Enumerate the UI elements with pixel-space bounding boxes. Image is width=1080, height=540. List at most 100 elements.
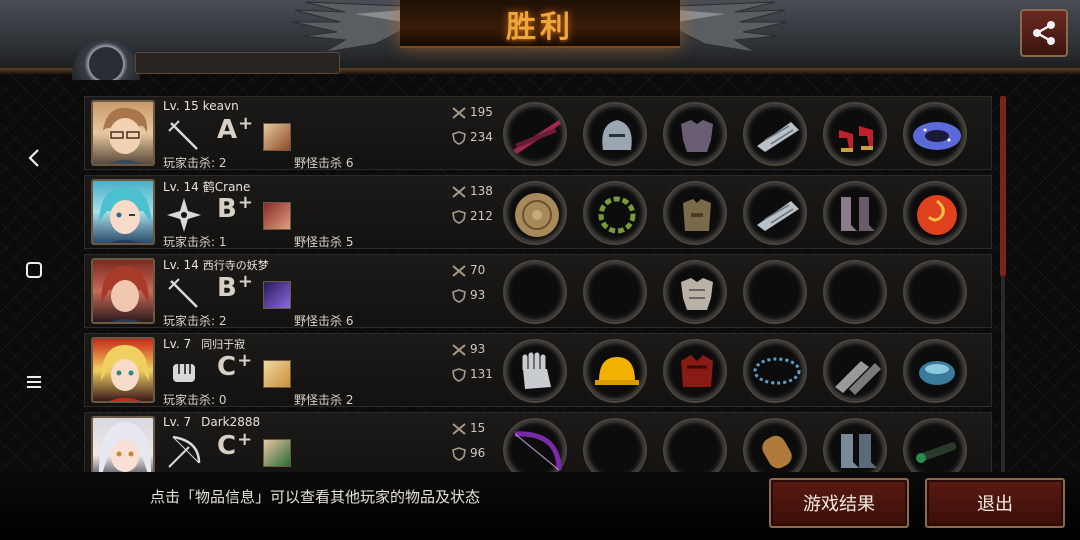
player-result-list[interactable]: Lv. 15 keavn A+ 玩家击杀: 2 野怪击杀 6 195 234 Lv…: [84, 96, 994, 472]
item-slot[interactable]: [823, 418, 887, 472]
scope-icon: [916, 442, 957, 463]
player-grade: C+: [217, 350, 253, 382]
attack-icon: [452, 264, 466, 277]
scrollbar-thumb[interactable]: [1000, 96, 1006, 276]
attack-stat: 138: [451, 184, 493, 199]
item-slot[interactable]: [663, 102, 727, 166]
red-heels-icon: [839, 126, 873, 152]
item-slot-empty[interactable]: [903, 260, 967, 324]
item-slot[interactable]: [823, 181, 887, 245]
item-slot[interactable]: [503, 102, 567, 166]
item-slot[interactable]: [903, 418, 967, 472]
monster-kills: 野怪击杀 2: [294, 393, 354, 407]
skill-icon: [263, 202, 291, 230]
bead-necklace-icon: [753, 357, 801, 385]
laurel-wreath-icon: [598, 196, 636, 234]
nav-home-button[interactable]: [14, 250, 54, 290]
dual-blade-icon: [513, 120, 561, 154]
item-slot-empty[interactable]: [583, 260, 647, 324]
menu-icon: [27, 376, 41, 388]
item-slot[interactable]: [583, 181, 647, 245]
player-portrait: [91, 337, 155, 403]
item-slot[interactable]: [503, 181, 567, 245]
item-slot-empty[interactable]: [743, 260, 807, 324]
item-slot[interactable]: [663, 181, 727, 245]
item-slot[interactable]: [583, 339, 647, 403]
player-name: keavn: [202, 99, 239, 113]
fire-orb-icon: [917, 195, 957, 235]
defense-icon: [452, 367, 466, 382]
hard-hat-icon: [595, 357, 639, 385]
galaxy-ring-icon: [913, 122, 961, 150]
bronze-shield-icon: [515, 193, 559, 237]
item-slot-empty[interactable]: [503, 260, 567, 324]
monster-kills: 野怪击杀 6: [294, 314, 354, 328]
player-row[interactable]: Lv. 15 keavn A+ 玩家击杀: 2 野怪击杀 6 195 234: [84, 96, 992, 170]
leather-boots-icon: [841, 197, 875, 231]
knight-helmet-icon: [602, 120, 632, 150]
item-slot[interactable]: [903, 181, 967, 245]
attack-icon: [452, 106, 466, 119]
player-grade: B+: [217, 271, 253, 303]
steel-gauntlet-icon: [757, 122, 799, 152]
player-name: 西行寺の妖梦: [202, 259, 269, 272]
player-kills: 玩家击杀: 2: [163, 156, 227, 170]
share-button[interactable]: [1020, 9, 1068, 57]
item-slot-empty[interactable]: [823, 260, 887, 324]
bow-icon: [168, 435, 201, 468]
shuriken-icon: [167, 198, 201, 232]
player-row[interactable]: Lv. 7 Dark2888 C+ 15 96: [84, 412, 992, 472]
monster-kills: 野怪击杀 5: [294, 235, 354, 249]
item-slot[interactable]: [823, 339, 887, 403]
skill-icon: [263, 123, 291, 151]
game-result-button[interactable]: 游戏结果: [769, 478, 909, 528]
player-portrait: [91, 179, 155, 245]
player-row[interactable]: Lv. 7 同归于寂 C+ 玩家击杀: 0 野怪击杀 2 93 131: [84, 333, 992, 407]
bracer-icon: [762, 435, 792, 469]
attack-icon: [452, 343, 466, 356]
rapier-icon: [168, 120, 198, 150]
defense-stat: 131: [451, 367, 493, 382]
home-icon: [26, 262, 42, 278]
defense-stat: 96: [451, 446, 485, 461]
item-slot[interactable]: [743, 102, 807, 166]
item-slot[interactable]: [823, 102, 887, 166]
victory-banner: 胜利: [400, 0, 680, 48]
player-level: Lv. 7: [163, 337, 192, 351]
nav-back-button[interactable]: [14, 138, 54, 178]
monster-kills: 野怪击杀 6: [294, 156, 354, 170]
item-slot[interactable]: [663, 339, 727, 403]
attack-icon: [452, 422, 466, 435]
item-slot[interactable]: [903, 102, 967, 166]
item-slot-empty[interactable]: [583, 418, 647, 472]
item-slot[interactable]: [583, 102, 647, 166]
steel-gauntlet-icon: [757, 201, 799, 231]
player-grade: A+: [217, 113, 254, 145]
player-row[interactable]: Lv. 14 鹤Crane B+ 玩家击杀: 1 野怪击杀 5 138 212: [84, 175, 992, 249]
item-slot[interactable]: [663, 260, 727, 324]
nav-menu-button[interactable]: [14, 362, 54, 402]
player-portrait: [91, 416, 155, 472]
wing-ornament-left: [292, 1, 404, 53]
item-slot[interactable]: [903, 339, 967, 403]
item-slot-empty[interactable]: [663, 418, 727, 472]
attack-stat: 70: [451, 263, 485, 278]
crystal-bowl-icon: [919, 361, 955, 385]
item-slot[interactable]: [743, 181, 807, 245]
player-row[interactable]: Lv. 14 西行寺の妖梦 B+ 玩家击杀: 2 野怪击杀 6 70 93: [84, 254, 992, 328]
item-slot[interactable]: [743, 339, 807, 403]
share-icon: [1033, 21, 1055, 45]
wing-ornament-right: [676, 1, 788, 53]
plate-armor-icon: [681, 120, 713, 152]
purple-bow-icon: [514, 431, 562, 471]
exit-button[interactable]: 退出: [925, 478, 1065, 528]
page-title: 胜利: [506, 10, 574, 45]
leather-armor-icon: [683, 199, 711, 231]
player-level: Lv. 14: [163, 258, 199, 272]
player-kills: 玩家击杀: 2: [163, 314, 227, 328]
item-slot[interactable]: [503, 339, 567, 403]
item-slot[interactable]: [503, 418, 567, 472]
skill-icon: [263, 281, 291, 309]
player-level-name: Lv. 7 同归于寂: [163, 336, 245, 352]
item-slot[interactable]: [743, 418, 807, 472]
